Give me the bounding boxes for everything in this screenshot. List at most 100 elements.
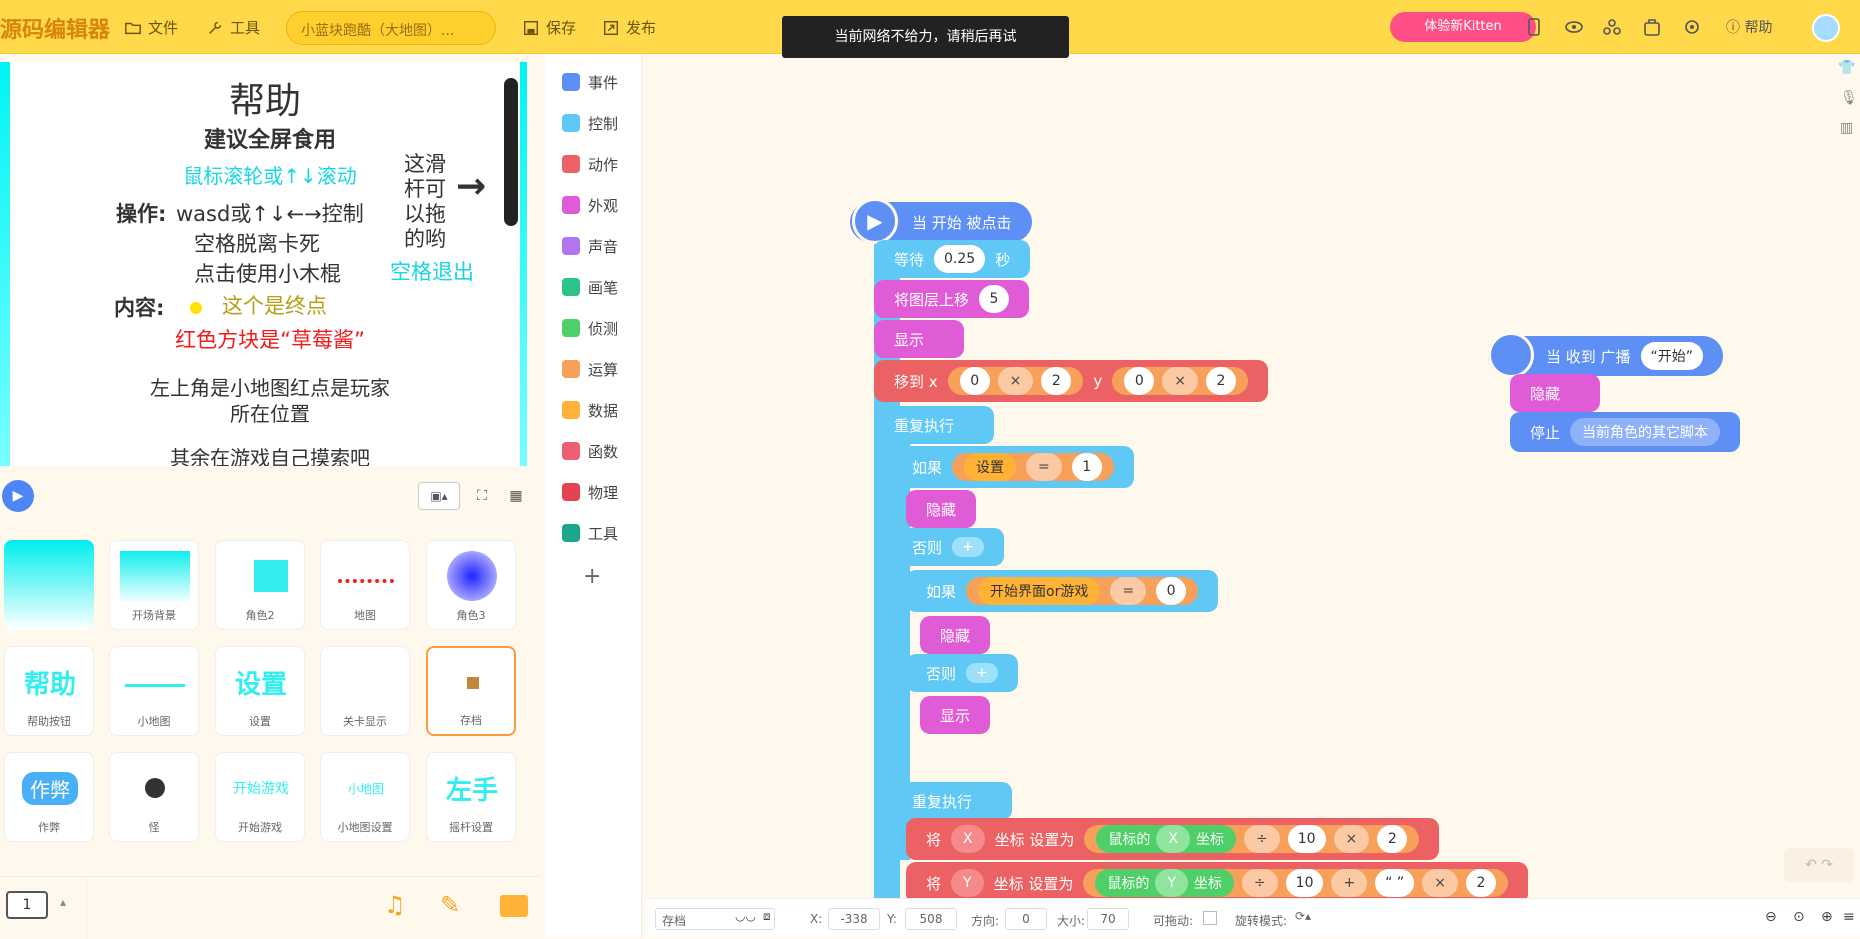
category-5[interactable]: 画笔	[545, 267, 642, 307]
sprite-card[interactable]: 开场背景	[109, 540, 199, 630]
sprite-card[interactable]: 角色2	[215, 540, 305, 630]
zoom-out-icon[interactable]: ⊖	[1765, 909, 1777, 925]
sprite-card[interactable]: 小地图	[109, 646, 199, 736]
stop-dropdown[interactable]: 当前角色的其它脚本	[1570, 418, 1721, 446]
draggable-checkbox[interactable]	[1203, 911, 1217, 925]
category-9[interactable]: 函数	[545, 431, 642, 471]
phone-icon[interactable]	[1523, 16, 1545, 38]
bag-icon[interactable]	[1641, 16, 1663, 38]
wait-input[interactable]: 0.25	[934, 245, 986, 273]
share-icon[interactable]	[1601, 16, 1623, 38]
set-y-block[interactable]: 将 Y 坐标 设置为 鼠标的 Y 坐标 ÷ 10 + “ ” × 2	[906, 862, 1528, 898]
category-1[interactable]: 控制	[545, 103, 642, 143]
shirt-icon[interactable]: 👕	[1838, 60, 1855, 76]
size-field[interactable]: 70	[1087, 908, 1129, 930]
sprite-name: 小地图	[137, 715, 171, 728]
category-10[interactable]: 物理	[545, 472, 642, 512]
move-to-block[interactable]: 移到 x 0 × 2 y 0 × 2	[874, 360, 1269, 402]
sprite-card[interactable]: 关卡显示	[320, 646, 410, 736]
sprite-card[interactable]: 地图	[320, 540, 410, 630]
wait-block[interactable]: 等待 0.25 秒	[874, 240, 1031, 278]
sprite-name: 小地图设置	[337, 821, 393, 834]
category-0[interactable]: 事件	[545, 62, 642, 102]
sprite-card-selected[interactable]: 存档	[426, 646, 516, 736]
category-4[interactable]: 声音	[545, 226, 642, 266]
try-kitten-button[interactable]: 体验新Kitten	[1390, 12, 1536, 42]
help-button[interactable]: ⓘ 帮助	[1726, 17, 1772, 37]
project-name-input[interactable]: 小蓝块跑酷（大地图）...	[286, 11, 496, 45]
file-menu[interactable]: 文件	[124, 17, 178, 38]
category-11[interactable]: 工具	[545, 513, 642, 553]
sprite-card[interactable]: 怪	[109, 752, 199, 842]
category-8[interactable]: 数据	[545, 390, 642, 430]
caret-up-icon[interactable]: ▴	[60, 895, 66, 909]
grid-icon[interactable]: ▦	[504, 484, 528, 508]
broadcast-dropdown[interactable]: “开始”	[1640, 342, 1704, 370]
sprite-card[interactable]: 角色3	[426, 540, 516, 630]
add-else-icon[interactable]: +	[952, 537, 984, 557]
rotation-mode-icon[interactable]: ⟳▴	[1295, 909, 1311, 923]
stage-scroll-slider[interactable]	[504, 78, 518, 226]
music-icon[interactable]: ♫	[384, 891, 406, 919]
layer-input[interactable]: 5	[979, 285, 1010, 313]
sprite-card[interactable]	[4, 540, 94, 630]
zoom-reset-icon[interactable]: ⊙	[1793, 909, 1805, 925]
sprite-card[interactable]: 左手 摇杆设置	[426, 752, 516, 842]
add-else-icon[interactable]: +	[966, 663, 998, 683]
publish-label: 发布	[626, 19, 657, 37]
sprite-card[interactable]: 设置 设置	[215, 646, 305, 736]
stop-block[interactable]: 停止 当前角色的其它脚本	[1510, 412, 1741, 452]
gear-icon[interactable]	[1681, 16, 1703, 38]
category-3[interactable]: 外观	[545, 185, 642, 225]
sprite-name-field[interactable]: 存档	[655, 908, 775, 930]
multiply-op: 0 × 2	[1112, 367, 1249, 395]
category-2[interactable]: 动作	[545, 144, 642, 184]
mic-icon[interactable]: 🎙	[1840, 90, 1858, 106]
eye-icon[interactable]	[1563, 16, 1585, 38]
hide-block[interactable]: 隐藏	[920, 616, 991, 654]
category-7[interactable]: 运算	[545, 349, 642, 389]
folder-add-icon[interactable]	[500, 895, 528, 917]
stage-preview[interactable]: 帮助 建议全屏食用 鼠标滚轮或↑↓滚动 操作: wasd或↑↓←→控制 空格脱离…	[0, 62, 527, 466]
code-workspace[interactable]: 当 开始 被点击 ▶ 等待 0.25 秒 将图层上移 5 显示 移到 x 0 × 2 y …	[642, 54, 1860, 898]
hide-block[interactable]: 隐藏	[1510, 374, 1601, 412]
publish-button[interactable]: 发布	[602, 17, 656, 38]
hide-block[interactable]: 隐藏	[906, 490, 977, 528]
else-block[interactable]: 否则 +	[906, 654, 1018, 692]
menu-icon[interactable]: ≡	[1843, 909, 1855, 925]
eye-closed-icon[interactable]: ◡◡	[735, 909, 756, 923]
show-block[interactable]: 显示	[874, 320, 965, 358]
sprite-name: 角色3	[456, 609, 486, 622]
scene-indicator[interactable]: 1	[6, 891, 48, 919]
screen-mode-icon[interactable]: ▣▴	[418, 482, 460, 510]
sprite-card[interactable]: 作弊 作弊	[4, 752, 94, 842]
x-field[interactable]: -338	[828, 908, 880, 930]
direction-field[interactable]: 0	[1005, 908, 1047, 930]
sprite-card[interactable]: 开始游戏 开始游戏	[215, 752, 305, 842]
category-6[interactable]: 侦测	[545, 308, 642, 348]
block-label: 将	[926, 830, 942, 849]
sprite-card[interactable]: 帮助 帮助按钮	[4, 646, 94, 736]
show-block[interactable]: 显示	[920, 696, 991, 734]
else-block[interactable]: 否则 +	[892, 528, 1004, 566]
chart-icon[interactable]: ▥	[1840, 120, 1853, 136]
sprite-card[interactable]: 小地图 小地图设置	[320, 752, 410, 842]
zoom-in-icon[interactable]: ⊕	[1821, 909, 1833, 925]
fullscreen-icon[interactable]: ⛶	[470, 484, 494, 508]
undo-redo-icon[interactable]: ↶ ↷	[1784, 848, 1854, 882]
if-block[interactable]: 如果 设置 = 1	[892, 446, 1134, 488]
tools-menu[interactable]: 工具	[206, 17, 260, 38]
layer-up-block[interactable]: 将图层上移 5	[874, 280, 1030, 318]
set-x-block[interactable]: 将 X 坐标 设置为 鼠标的 X 坐标 ÷ 10 × 2	[906, 818, 1440, 860]
repeat-block[interactable]: 重复执行	[892, 782, 1013, 820]
play-icon[interactable]: ▶	[2, 480, 34, 512]
lock-icon[interactable]: ⧈	[763, 909, 771, 924]
pencil-icon[interactable]: ✎	[440, 891, 460, 919]
if-block[interactable]: 如果 开始界面or游戏 = 0	[906, 570, 1219, 612]
repeat-block[interactable]: 重复执行	[874, 406, 995, 444]
save-button[interactable]: 保存	[522, 17, 576, 38]
avatar[interactable]	[1812, 14, 1840, 42]
y-field[interactable]: 508	[905, 908, 957, 930]
category-label: 物理	[588, 483, 619, 502]
add-category-button[interactable]: +	[583, 564, 601, 589]
